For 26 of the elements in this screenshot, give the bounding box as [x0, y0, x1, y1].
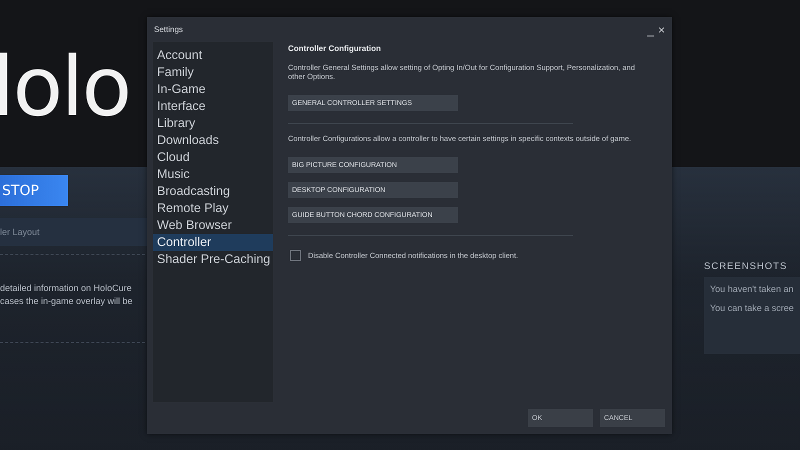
sidebar-item[interactable]: Web Browser: [153, 217, 273, 234]
sidebar-item[interactable]: Controller: [153, 234, 273, 251]
panel-text: You haven't taken an: [710, 284, 794, 294]
sidebar-item[interactable]: Remote Play: [153, 200, 273, 217]
section-heading: SCREENSHOTS: [704, 261, 788, 272]
info-text: cases the in-game overlay will be: [0, 296, 134, 306]
dialog-title: Settings: [154, 25, 183, 34]
sidebar-item[interactable]: Music: [153, 166, 273, 183]
sidebar-item[interactable]: Shader Pre-Caching: [153, 251, 273, 268]
sidebar-item[interactable]: In-Game: [153, 81, 273, 98]
sidebar-item[interactable]: Family: [153, 64, 273, 81]
checkbox[interactable]: [290, 250, 301, 261]
stop-button[interactable]: STOP: [0, 175, 68, 206]
tab-label[interactable]: ler Layout: [0, 227, 40, 237]
minimize-button[interactable]: _: [646, 24, 655, 36]
sidebar-item[interactable]: Downloads: [153, 132, 273, 149]
info-text: detailed information on HoloCure: [0, 283, 133, 293]
sidebar-item[interactable]: Account: [153, 47, 273, 64]
sidebar-item[interactable]: Interface: [153, 98, 273, 115]
panel-text: You can take a scree: [710, 303, 795, 313]
game-title: lolo: [0, 46, 130, 128]
section-heading: Controller Configuration: [288, 44, 382, 53]
sidebar-item[interactable]: Library: [153, 115, 273, 132]
close-button[interactable]: ×: [656, 24, 666, 36]
sidebar-item[interactable]: Broadcasting: [153, 183, 273, 200]
sidebar-item[interactable]: Cloud: [153, 149, 273, 166]
